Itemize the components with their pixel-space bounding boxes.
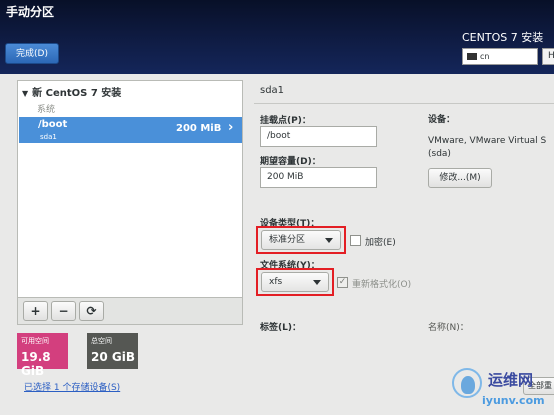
available-space-value: 19.8 GiB	[21, 350, 51, 378]
device-type-value: 标准分区	[269, 235, 306, 245]
keyboard-layout-label: cn	[480, 52, 490, 61]
product-title: CENTOS 7 安装	[462, 31, 544, 44]
expand-triangle-icon[interactable]: ▼	[22, 89, 28, 98]
mount-point-label: 挂载点(P)：	[260, 116, 311, 126]
partition-size: 200 MiB	[176, 123, 222, 134]
keyboard-icon	[467, 53, 477, 60]
encrypt-label: 加密(E)	[365, 238, 396, 248]
available-space-badge: 可用空间 19.8 GiB	[17, 333, 68, 378]
refresh-button[interactable]: ⟳	[79, 301, 104, 321]
help-button[interactable]: H	[542, 48, 554, 65]
keyboard-layout-indicator[interactable]: cn	[462, 48, 538, 65]
encrypt-checkbox[interactable]	[350, 235, 361, 246]
reformat-checkbox: ✓	[337, 277, 348, 288]
tree-root-label: 新 CentOS 7 安装	[32, 88, 122, 99]
device-desc-line2: (sda)	[428, 149, 451, 159]
header-bar: 手动分区 完成(D) CENTOS 7 安装 cn H	[0, 0, 554, 74]
device-description: VMware, VMware Virtual S (sda)	[428, 135, 546, 161]
reformat-label: 重新格式化(O)	[352, 280, 412, 290]
capacity-field[interactable]: 200 MiB	[260, 167, 377, 188]
partition-row-boot[interactable]: /boot sda1 200 MiB ›	[19, 117, 242, 143]
available-space-label: 可用空间	[21, 337, 49, 345]
tag-label: 标签(L)：	[260, 323, 301, 333]
name-label: 名称(N)：	[428, 323, 469, 333]
partition-toolbar: + − ⟳	[17, 298, 243, 325]
tree-root[interactable]: ▼ 新 CentOS 7 安装	[22, 84, 121, 99]
partition-tree: ▼ 新 CentOS 7 安装 系统 /boot sda1 200 MiB ›	[17, 80, 243, 298]
partition-mount-point: /boot	[38, 119, 68, 130]
dropdown-arrow-icon	[313, 280, 321, 285]
add-partition-button[interactable]: +	[23, 301, 48, 321]
dropdown-arrow-icon	[325, 238, 333, 243]
mount-point-field[interactable]: /boot	[260, 126, 377, 147]
tree-group-label: 系统	[37, 105, 56, 115]
partition-device: sda1	[40, 133, 57, 141]
capacity-label: 期望容量(D)：	[260, 157, 321, 167]
device-desc-line1: VMware, VMware Virtual S	[428, 136, 547, 146]
chevron-right-icon: ›	[228, 120, 234, 135]
done-button[interactable]: 完成(D)	[5, 43, 59, 64]
watermark-name: 运维网	[488, 371, 534, 389]
modify-button[interactable]: 修改...(M)	[428, 168, 492, 188]
total-space-label: 总空间	[91, 337, 112, 345]
remove-partition-button[interactable]: −	[51, 301, 76, 321]
device-label: 设备：	[428, 115, 456, 125]
filesystem-select[interactable]: xfs	[261, 272, 329, 292]
detail-title: sda1	[260, 85, 285, 96]
storage-devices-link[interactable]: 已选择 1 个存储设备(S)	[24, 380, 120, 393]
total-space-value: 20 GiB	[91, 350, 135, 364]
page-title: 手动分区	[6, 5, 55, 19]
watermark-url: iyunv.com	[482, 394, 545, 407]
divider	[254, 103, 554, 104]
watermark-drop-icon	[461, 376, 475, 394]
filesystem-value: xfs	[269, 277, 283, 287]
total-space-badge: 总空间 20 GiB	[87, 333, 138, 369]
device-type-select[interactable]: 标准分区	[261, 230, 341, 250]
